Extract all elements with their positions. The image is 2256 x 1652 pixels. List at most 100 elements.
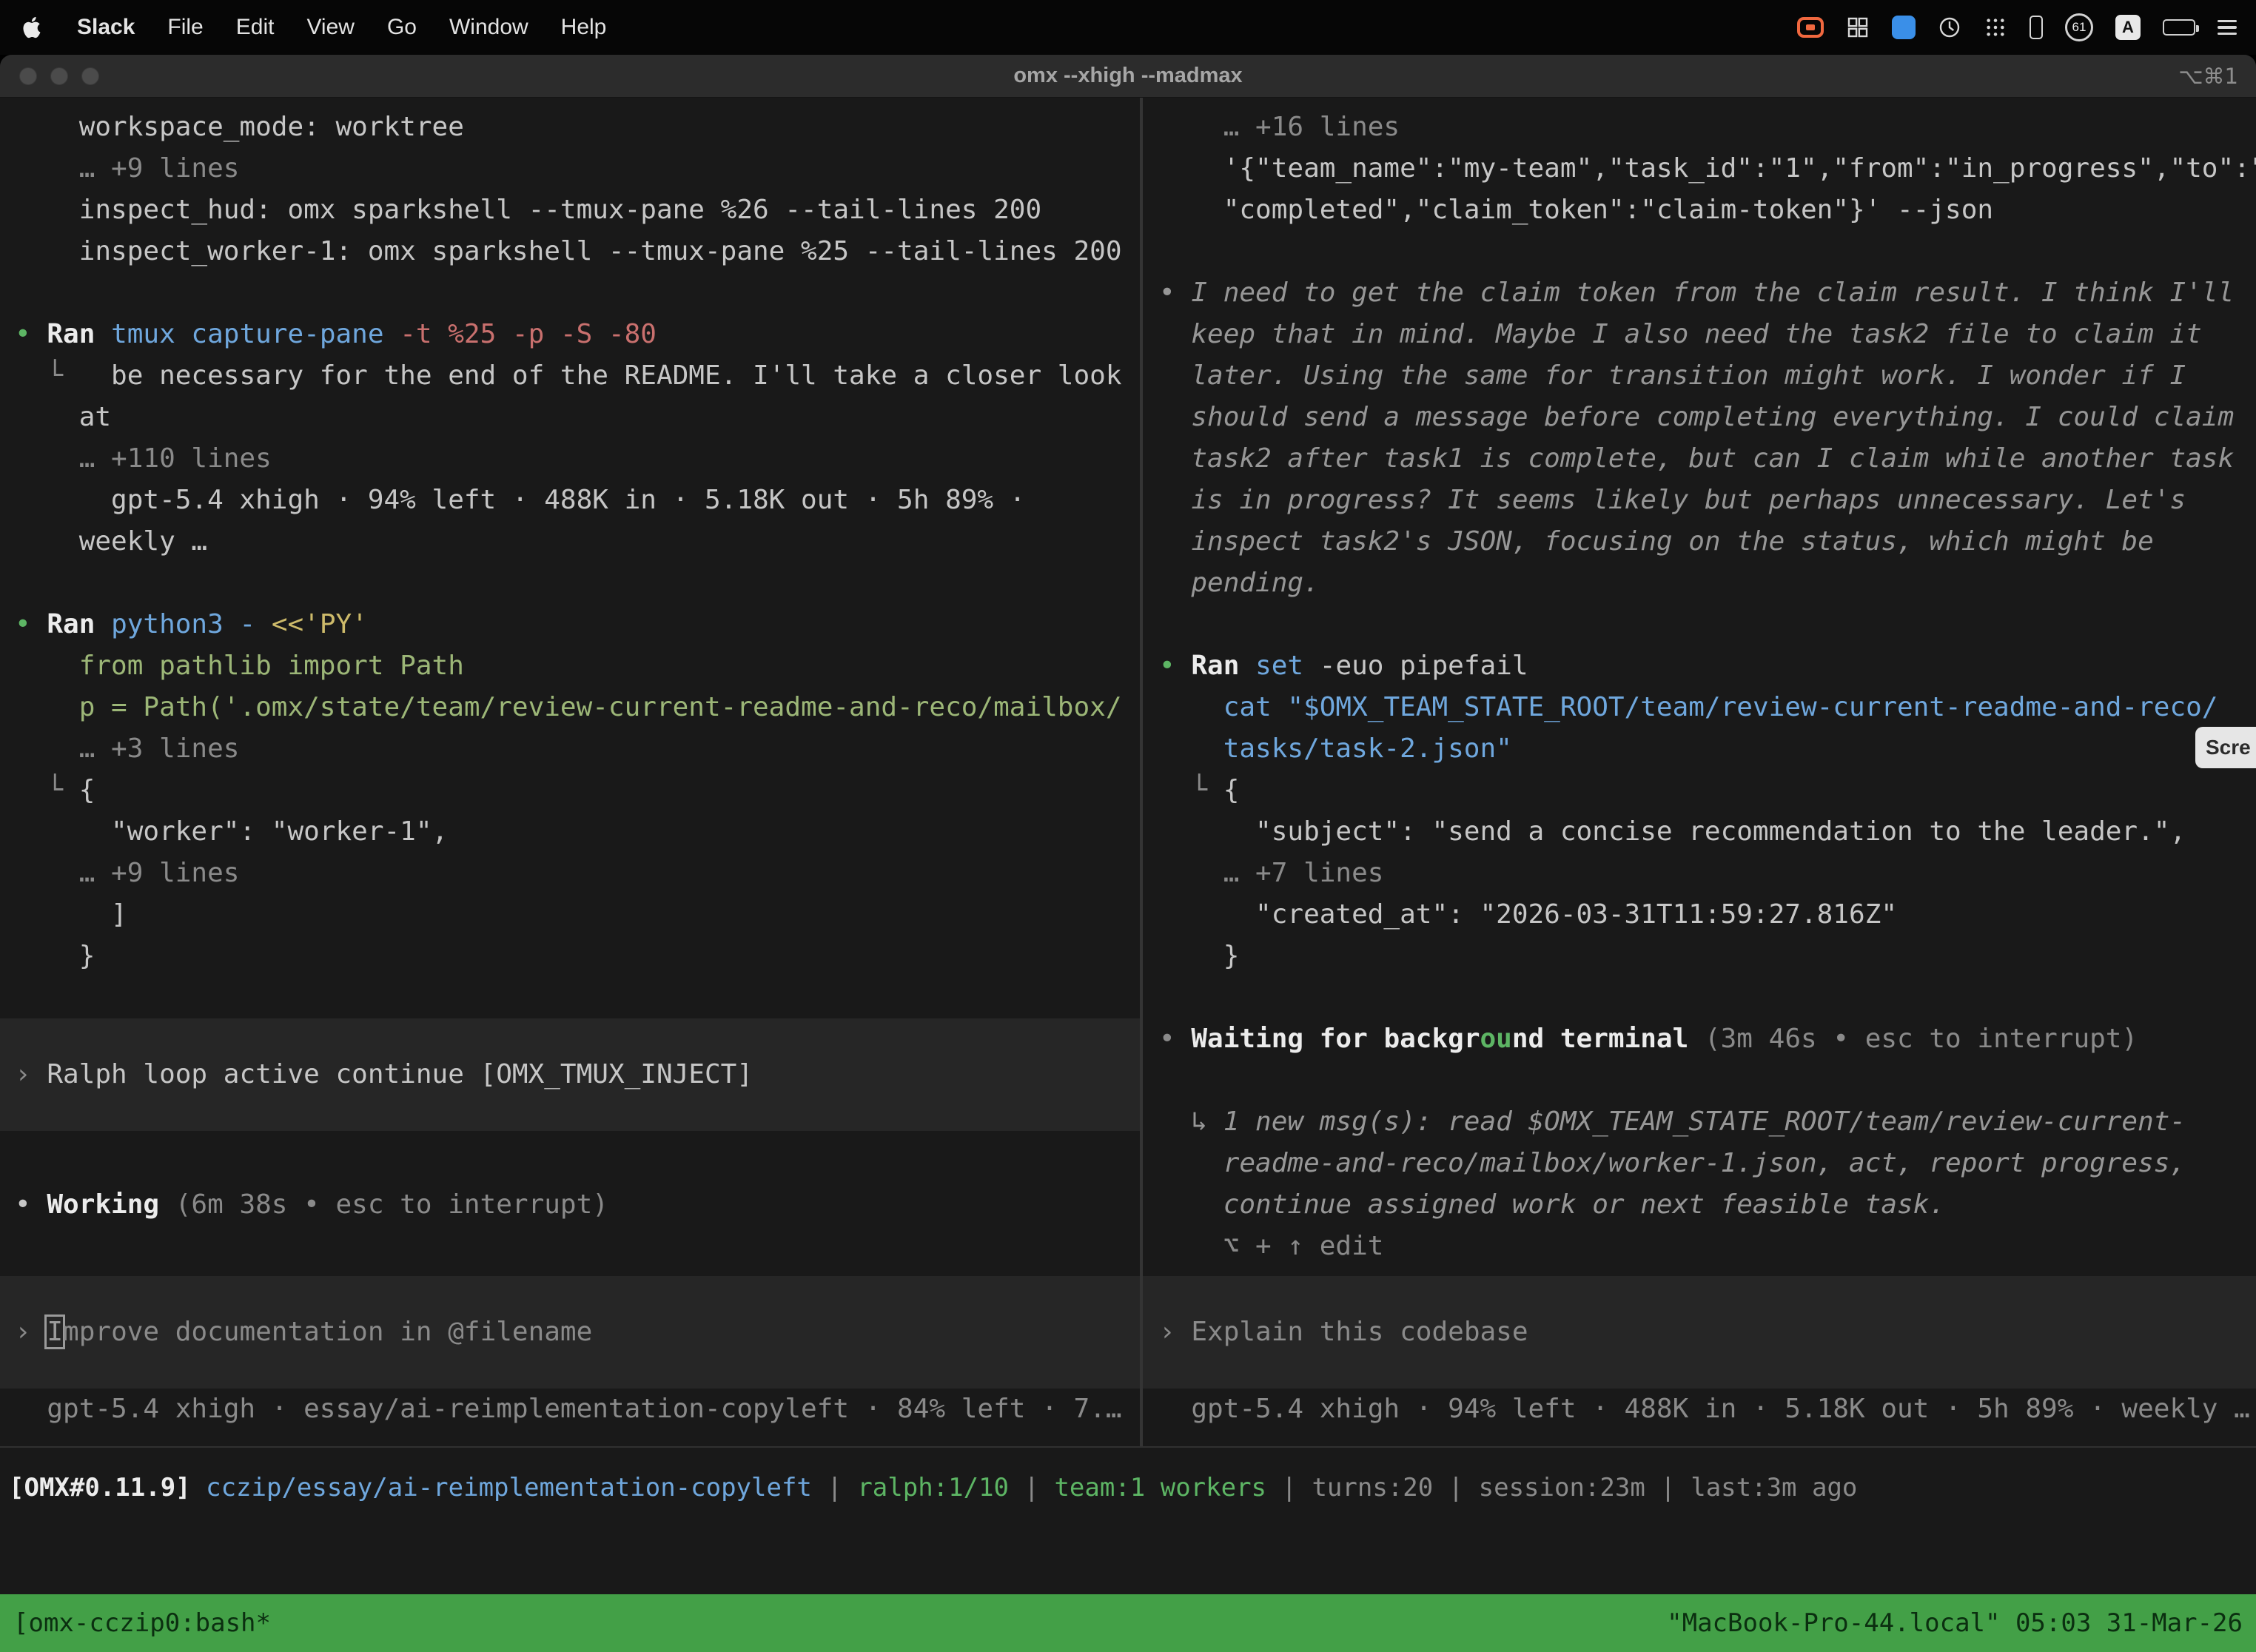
text-run: gpt-5.4 xhigh · 94% left · 488K in · 5.1… — [15, 485, 1025, 515]
apple-menu-icon[interactable] — [19, 15, 44, 40]
terminal-line: pending. — [1143, 563, 2256, 604]
menu-window[interactable]: Window — [436, 15, 542, 40]
text-run: nd terminal — [1512, 1024, 1705, 1054]
pane-right-scrollback: … +16 lines '{"team_name":"my-team","tas… — [1143, 107, 2256, 1267]
dots-grid-icon[interactable] — [1984, 11, 2007, 44]
composer-input-bar[interactable]: › Improve documentation in @filename — [0, 1276, 1140, 1389]
battery-icon[interactable] — [2163, 11, 2195, 44]
tmux-session-label: [omx-cczip0:bash* — [13, 1608, 271, 1638]
text-run: inspect_hud: omx sparkshell --tmux-pane … — [15, 195, 1041, 225]
terminal-line: • Ran set -euo pipefail — [1143, 645, 2256, 687]
text-run: should send a message before completing … — [1159, 402, 2234, 432]
text-run: cat "$OMX_TEAM_STATE_ROOT/team/review-cu… — [1223, 692, 2218, 722]
terminal-window: omx --xhigh --madmax ⌥⌘1 workspace_mode:… — [0, 55, 2256, 1652]
menu-app-slack[interactable]: Slack — [64, 15, 148, 40]
terminal-line: gpt-5.4 xhigh · 94% left · 488K in · 5.1… — [0, 480, 1140, 521]
text-run: p = Path('.omx/state/team/review-current… — [15, 692, 1122, 722]
menubar-left: Slack File Edit View Go Window Help — [19, 15, 620, 40]
terminal-line: └ { — [1143, 770, 2256, 811]
text-run: task2 after task1 is complete, but can I… — [1159, 443, 2234, 474]
text-run: readme-and-reco/mailbox/worker-1.json, a… — [1159, 1148, 2186, 1178]
menu-file[interactable]: File — [154, 15, 216, 40]
text-run: [OMX#0.11.9] — [9, 1473, 206, 1502]
screen: Slack File Edit View Go Window Help 61 A — [0, 0, 2256, 1652]
tmux-pane-right[interactable]: … +16 lines '{"team_name":"my-team","tas… — [1143, 98, 2256, 1446]
text-run: ] — [15, 899, 127, 930]
text-run: { — [1223, 775, 1240, 805]
text-run: › — [15, 1059, 47, 1089]
text-run: "created_at": "2026-03-31T11:59:27.816Z" — [1159, 899, 1897, 930]
terminal-line: later. Using the same for transition mig… — [1143, 355, 2256, 397]
text-run: └ — [1159, 775, 1223, 805]
menu-go[interactable]: Go — [374, 15, 430, 40]
terminal-line: inspect_worker-1: omx sparkshell --tmux-… — [0, 231, 1140, 272]
terminal-area: workspace_mode: worktree … +9 lines insp… — [0, 98, 2256, 1446]
terminal-line: "worker": "worker-1", — [0, 811, 1140, 853]
terminal-line: tasks/task-2.json" — [1143, 728, 2256, 770]
menu-view[interactable]: View — [293, 15, 367, 40]
terminal-line: "subject": "send a concise recommendatio… — [1143, 811, 2256, 853]
menu-lines-icon[interactable] — [2218, 11, 2237, 44]
keyboard-layout-label: A — [2122, 18, 2134, 37]
text-run: … +9 lines — [15, 153, 239, 184]
tmux-host-clock: "MacBook-Pro-44.local" 05:03 31-Mar-26 — [1667, 1608, 2243, 1638]
text-run: inspect_worker-1: omx sparkshell --tmux-… — [15, 236, 1122, 266]
composer-input-bar[interactable]: › Explain this codebase — [1143, 1276, 2256, 1389]
text-run: at — [15, 402, 111, 432]
terminal-line: task2 after task1 is complete, but can I… — [1143, 438, 2256, 480]
terminal-line: › Ralph loop active continue [OMX_TMUX_I… — [0, 1054, 753, 1095]
iphone-icon[interactable] — [2030, 11, 2043, 44]
text-run: • — [1159, 651, 1191, 681]
terminal-line: … +3 lines — [0, 728, 1140, 770]
menu-help[interactable]: Help — [548, 15, 620, 40]
pane-left-composer: › Improve documentation in @filename gpt… — [0, 1276, 1140, 1430]
terminal-line — [0, 272, 1140, 314]
text-run: { — [79, 775, 95, 805]
terminal-line: "created_at": "2026-03-31T11:59:27.816Z" — [1143, 894, 2256, 936]
text-run: ↳ 1 new msg(s): read $OMX_TEAM_STATE_ROO… — [1159, 1107, 2186, 1137]
window-title: omx --xhigh --madmax — [0, 64, 2256, 88]
clock-icon[interactable] — [1938, 11, 1961, 44]
text-run: "worker": "worker-1", — [15, 816, 448, 847]
text-run: • — [15, 319, 47, 349]
keyboard-layout-icon[interactable]: A — [2115, 15, 2141, 40]
text-run: team:1 workers — [1054, 1473, 1266, 1502]
text-run: pending. — [1159, 568, 1320, 598]
window-shortcut-hint: ⌥⌘1 — [2178, 64, 2238, 89]
text-run: … +9 lines — [15, 858, 239, 888]
battery-percent-label: 61 — [2072, 20, 2087, 35]
text-run: is in progress? It seems likely but perh… — [1159, 485, 2186, 515]
text-run: python3 - — [111, 609, 272, 639]
spacer — [0, 1131, 1140, 1184]
terminal-line: inspect_hud: omx sparkshell --tmux-pane … — [0, 189, 1140, 231]
terminal-line — [1143, 977, 2256, 1018]
pane-footer: gpt-5.4 xhigh · 94% left · 488K in · 5.1… — [1143, 1389, 2256, 1430]
edit-hint-line: ⌥ + ↑ edit — [1143, 1226, 2256, 1267]
text-run: cczip/essay/ai-reimplementation-copyleft — [206, 1473, 812, 1502]
battery-percent-gauge[interactable]: 61 — [2065, 13, 2093, 41]
text-run — [1159, 692, 1223, 722]
blue-app-icon[interactable] — [1892, 11, 1916, 44]
terminal-line: '{"team_name":"my-team","task_id":"1","f… — [1143, 148, 2256, 189]
terminal-line: • I need to get the claim token from the… — [1143, 272, 2256, 314]
terminal-line: workspace_mode: worktree — [0, 107, 1140, 148]
terminal-line — [1143, 1060, 2256, 1101]
tmux-pane-left[interactable]: workspace_mode: worktree … +9 lines insp… — [0, 98, 1140, 1446]
text-run: turns:20 — [1312, 1473, 1433, 1502]
text-run: (6m 38s • esc to interrupt) — [175, 1189, 608, 1220]
text-run: Working — [47, 1189, 175, 1220]
window-titlebar[interactable]: omx --xhigh --madmax ⌥⌘1 — [0, 55, 2256, 98]
screen-recording-stop-icon[interactable] — [1797, 11, 1824, 44]
grid-app-icon[interactable] — [1846, 11, 1870, 44]
text-run: (3m 46s • esc to interrupt) — [1705, 1024, 2138, 1054]
tmux-status-bar: [omx-cczip0:bash* "MacBook-Pro-44.local"… — [0, 1594, 2256, 1652]
text-run: | — [1009, 1473, 1054, 1502]
working-status-line: • Working (6m 38s • esc to interrupt) — [0, 1184, 1140, 1226]
terminal-line: at — [0, 397, 1140, 438]
text-run: set — [1255, 651, 1320, 681]
text-run: └ — [15, 360, 111, 391]
text-run: ⌥ + ↑ edit — [1159, 1231, 1383, 1261]
terminal-line: └ be necessary for the end of the README… — [0, 355, 1140, 397]
menu-edit[interactable]: Edit — [223, 15, 288, 40]
text-run: "subject": "send a concise recommendatio… — [1159, 816, 2186, 847]
